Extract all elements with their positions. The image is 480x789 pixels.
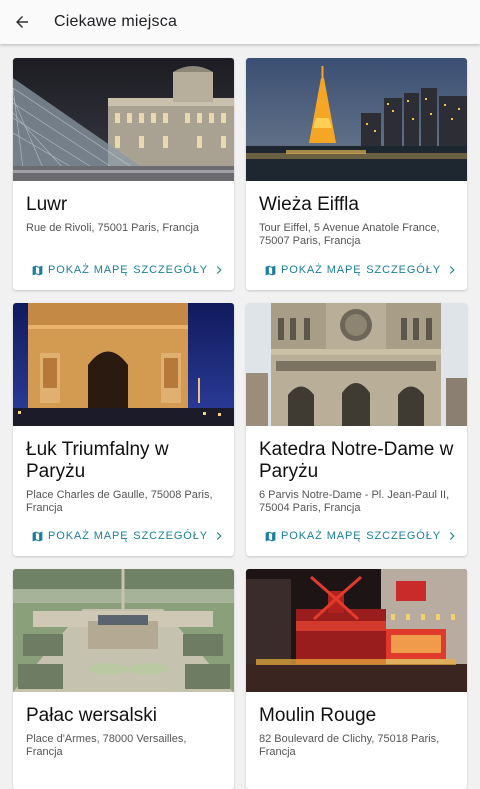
card-actions: POKAŻ MAPĘ SZCZEGÓŁY <box>246 260 467 280</box>
place-name: Pałac wersalski <box>26 705 157 726</box>
place-address: Tour Eiffel, 5 Avenue Anatole France, 75… <box>259 222 440 247</box>
show-map-label: POKAŻ MAPĘ <box>281 530 362 542</box>
show-map-label: POKAŻ MAPĘ <box>48 530 129 542</box>
place-name: Łuk Triumfalny w Paryżu <box>26 439 169 482</box>
chevron-right-icon <box>216 266 222 274</box>
details-label: SZCZEGÓŁY <box>366 530 441 542</box>
details-label: SZCZEGÓŁY <box>366 264 441 276</box>
page-title: Ciekawe miejsca <box>54 13 178 30</box>
place-address: Place Charles de Gaulle, 75008 Paris, Fr… <box>26 489 213 514</box>
place-photo <box>246 58 467 181</box>
place-name: Moulin Rouge <box>259 705 377 726</box>
place-photo <box>246 303 467 426</box>
details-button[interactable]: SZCZEGÓŁY <box>133 529 226 543</box>
place-card-versailles[interactable]: Pałac wersalski Place d'Armes, 78000 Ver… <box>13 569 234 789</box>
chevron-right-icon <box>216 532 222 540</box>
place-card-arc-de-triomphe[interactable]: Łuk Triumfalny w Paryżu Place Charles de… <box>13 303 234 556</box>
show-map-label: POKAŻ MAPĘ <box>48 264 129 276</box>
card-actions: POKAŻ MAPĘ SZCZEGÓŁY <box>13 260 234 280</box>
place-card-notre-dame[interactable]: Katedra Notre-Dame w Paryżu 6 Parvis Not… <box>246 303 467 556</box>
arrow-back-icon[interactable] <box>10 10 34 34</box>
place-name: Katedra Notre-Dame w Paryżu <box>259 439 454 482</box>
show-map-button[interactable]: POKAŻ MAPĘ <box>264 264 362 277</box>
map-icon <box>265 265 276 275</box>
place-address: Place d'Armes, 78000 Versailles, Francja <box>26 733 187 758</box>
show-map-button[interactable]: POKAŻ MAPĘ <box>264 530 362 543</box>
map-icon <box>32 265 43 275</box>
show-map-button[interactable]: POKAŻ MAPĘ <box>31 264 129 277</box>
show-map-label: POKAŻ MAPĘ <box>281 264 362 276</box>
details-label: SZCZEGÓŁY <box>133 264 208 276</box>
details-label: SZCZEGÓŁY <box>133 530 208 542</box>
place-address: 82 Boulevard de Clichy, 75018 Paris, Fra… <box>259 733 440 758</box>
chevron-right-icon <box>449 532 455 540</box>
place-photo <box>13 303 234 426</box>
place-card-moulin-rouge[interactable]: Moulin Rouge 82 Boulevard de Clichy, 750… <box>246 569 467 789</box>
place-address: 6 Parvis Notre-Dame - Pl. Jean-Paul II, … <box>259 489 450 514</box>
place-photo <box>13 569 234 692</box>
card-actions: POKAŻ MAPĘ SZCZEGÓŁY <box>246 526 467 546</box>
details-button[interactable]: SZCZEGÓŁY <box>133 263 226 277</box>
map-icon <box>32 531 43 541</box>
app-bar: Ciekawe miejsca <box>0 0 480 44</box>
place-photo <box>246 569 467 692</box>
chevron-right-icon <box>449 266 455 274</box>
place-photo <box>13 58 234 181</box>
place-card-eiffel[interactable]: Wieża Eiffla Tour Eiffel, 5 Avenue Anato… <box>246 58 467 290</box>
place-name: Wieża Eiffla <box>259 194 359 215</box>
place-address: Rue de Rivoli, 75001 Paris, Francja <box>26 222 200 234</box>
place-name: Luwr <box>26 194 68 215</box>
card-actions: POKAŻ MAPĘ SZCZEGÓŁY <box>13 526 234 546</box>
details-button[interactable]: SZCZEGÓŁY <box>366 263 459 277</box>
map-icon <box>265 531 276 541</box>
show-map-button[interactable]: POKAŻ MAPĘ <box>31 530 129 543</box>
place-card-louvre[interactable]: Luwr Rue de Rivoli, 75001 Paris, Francja… <box>13 58 234 290</box>
details-button[interactable]: SZCZEGÓŁY <box>366 529 459 543</box>
